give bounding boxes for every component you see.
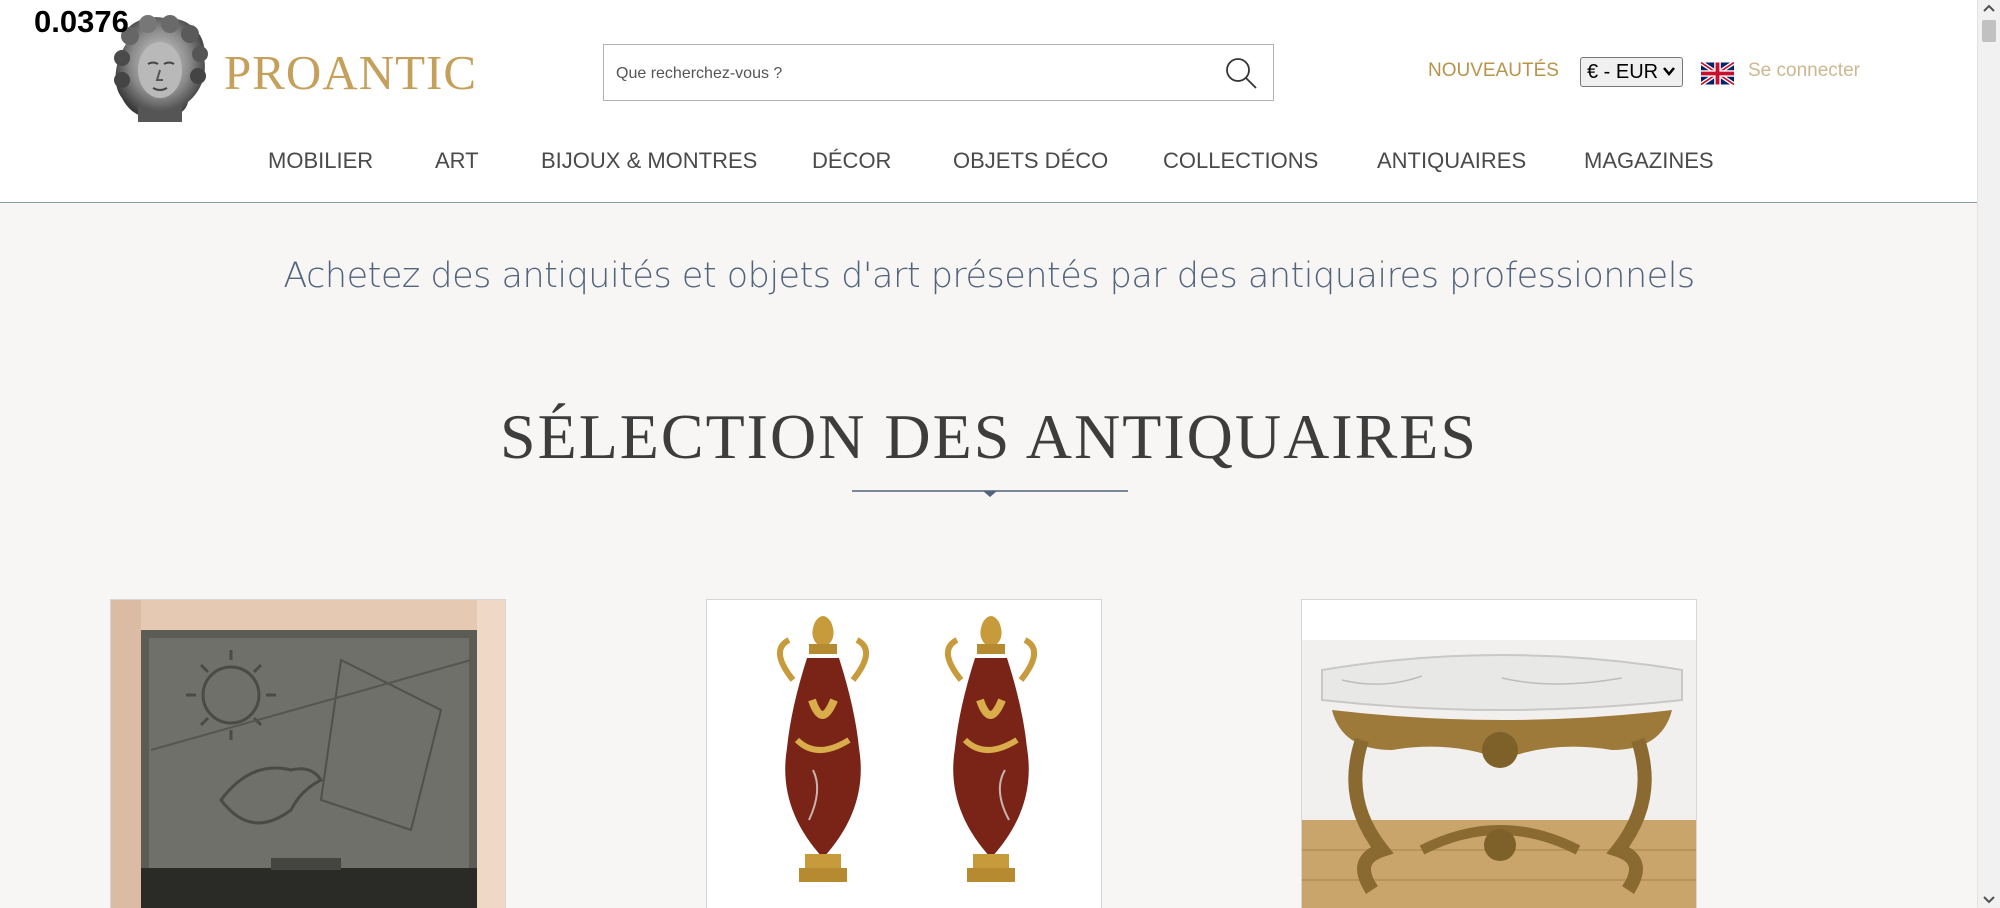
nav-item-art[interactable]: ART xyxy=(435,148,479,174)
page-tagline: Achetez des antiquités et objets d'art p… xyxy=(283,256,1695,296)
search-icon[interactable] xyxy=(1223,55,1259,91)
nouveautes-link[interactable]: NOUVEAUTÉS xyxy=(1428,60,1559,82)
scroll-down-arrow-icon[interactable] xyxy=(1983,896,1995,904)
currency-value: € - EUR xyxy=(1587,60,1659,83)
login-link[interactable]: Se connecter xyxy=(1748,60,1860,82)
gilded-console-table-image xyxy=(1302,600,1696,908)
nav-item-bijoux-montres[interactable]: BIJOUX & MONTRES xyxy=(541,148,757,174)
nav-item-objets-deco[interactable]: OBJETS DÉCO xyxy=(953,148,1108,174)
currency-select[interactable]: € - EUR xyxy=(1580,57,1683,87)
scrollbar-thumb[interactable] xyxy=(1982,20,1996,42)
chevron-down-icon xyxy=(1663,67,1675,76)
section-title: SÉLECTION DES ANTIQUAIRES xyxy=(500,401,1478,472)
nav-item-collections[interactable]: COLLECTIONS xyxy=(1163,148,1318,174)
brand-logo-text[interactable]: PROANTIC xyxy=(224,44,477,101)
search-bar xyxy=(603,44,1274,101)
nav-item-decor[interactable]: DÉCOR xyxy=(812,148,891,174)
product-card[interactable] xyxy=(110,599,506,908)
site-header: PROANTIC NOUVEAUTÉS € - EUR Se connecter… xyxy=(0,0,1978,203)
title-divider xyxy=(852,490,1128,497)
product-card[interactable] xyxy=(1301,599,1697,908)
page-scrollbar[interactable] xyxy=(1977,0,2000,908)
nav-item-antiquaires[interactable]: ANTIQUAIRES xyxy=(1377,148,1526,174)
search-input[interactable] xyxy=(614,55,1198,93)
nav-item-mobilier[interactable]: MOBILIER xyxy=(268,148,373,174)
marble-vases-pair-image xyxy=(707,600,1101,908)
scroll-up-arrow-icon[interactable] xyxy=(1983,4,1995,12)
main-nav: MOBILIER ART BIJOUX & MONTRES DÉCOR OBJE… xyxy=(0,148,1978,178)
art-deco-fireplace-image xyxy=(111,600,505,908)
product-card[interactable] xyxy=(706,599,1102,908)
uk-flag-icon[interactable] xyxy=(1701,62,1734,85)
overlay-counter: 0.0376 xyxy=(34,4,129,39)
nav-item-magazines[interactable]: MAGAZINES xyxy=(1584,148,1714,174)
